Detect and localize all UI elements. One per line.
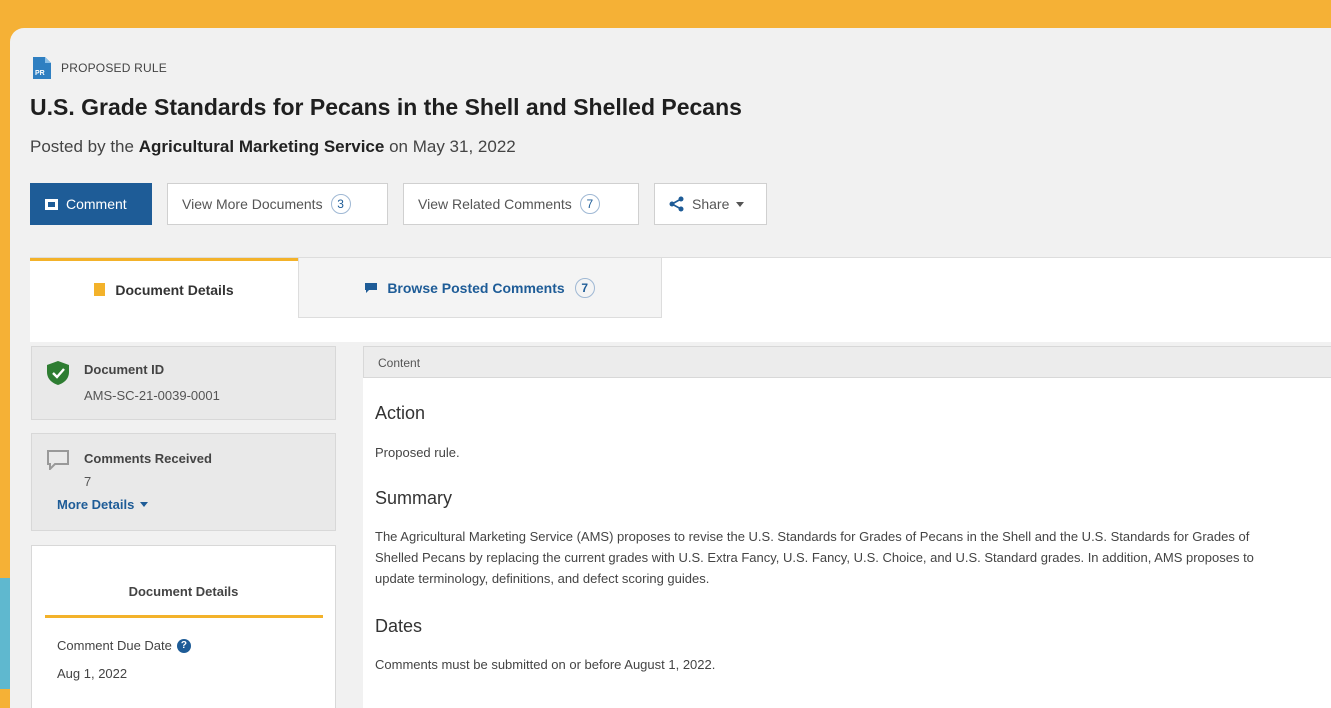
summary-text: The Agricultural Marketing Service (AMS)… <box>375 529 1254 586</box>
comment-button-label: Comment <box>66 196 127 212</box>
share-icon <box>669 196 684 212</box>
shield-check-icon <box>47 361 69 385</box>
comments-received-value: 7 <box>84 474 92 489</box>
comment-button[interactable]: Comment <box>30 183 152 225</box>
posted-by: Posted by the Agricultural Marketing Ser… <box>30 137 516 157</box>
comment-icon <box>45 198 58 210</box>
document-pr-icon: PR <box>33 57 51 79</box>
more-details-label: More Details <box>57 497 135 512</box>
dates-text: Comments must be submitted on or before … <box>375 657 716 672</box>
dates-heading: Dates <box>375 616 423 636</box>
agency-name[interactable]: Agricultural Marketing Service <box>139 137 385 156</box>
comments-icon <box>365 282 378 293</box>
help-icon[interactable]: ? <box>176 638 191 653</box>
related-comments-count-badge: 7 <box>579 194 600 214</box>
document-type: PR PROPOSED RULE <box>33 57 167 79</box>
content-body: Action Proposed rule. Summary The Agricu… <box>363 378 1331 708</box>
share-button[interactable]: Share <box>654 183 767 225</box>
document-page: PR PROPOSED RULE U.S. Grade Standards fo… <box>10 28 1331 708</box>
speech-bubble-icon <box>47 450 69 470</box>
document-id-value: AMS-SC-21-0039-0001 <box>84 388 220 403</box>
share-label: Share <box>692 196 730 212</box>
tab-details-label: Document Details <box>115 281 234 298</box>
svg-text:PR: PR <box>35 70 45 77</box>
comment-due-date: Aug 1, 2022 <box>57 666 128 681</box>
document-type-label: PROPOSED RULE <box>61 61 167 75</box>
tab-comments-label: Browse Posted Comments <box>387 279 565 296</box>
caret-down-icon <box>140 502 149 507</box>
posted-date: on May 31, 2022 <box>389 137 516 156</box>
view-more-count-badge: 3 <box>330 194 351 214</box>
caret-down-icon <box>736 201 745 207</box>
tab-document-details[interactable]: Document Details <box>30 258 298 332</box>
tab-comments-count-badge: 7 <box>574 277 595 298</box>
view-more-documents-button[interactable]: View More Documents 3 <box>167 183 388 225</box>
due-date-label-text: Comment Due Date <box>57 638 172 653</box>
comments-received-panel: Comments Received 7 More Details <box>31 433 336 531</box>
related-comments-label: View Related Comments <box>418 196 572 212</box>
comments-received-label: Comments Received <box>84 451 212 466</box>
view-related-comments-button[interactable]: View Related Comments 7 <box>403 183 639 225</box>
content-header: Content <box>363 346 1331 378</box>
view-more-label: View More Documents <box>182 196 323 212</box>
more-details-link[interactable]: More Details <box>57 497 149 512</box>
document-tabs: Document Details Browse Posted Comments … <box>30 257 1331 332</box>
posted-prefix: Posted by the <box>30 137 134 156</box>
document-details-panel: Document Details Comment Due Date ? Aug … <box>31 545 336 708</box>
tab-content-spacer <box>30 318 1331 342</box>
bookmark-icon <box>94 283 106 296</box>
document-id-label: Document ID <box>84 362 165 377</box>
tab-browse-posted-comments[interactable]: Browse Posted Comments 7 <box>298 258 662 318</box>
divider <box>45 615 323 618</box>
comment-due-date-label: Comment Due Date ? <box>57 638 191 653</box>
action-heading: Action <box>375 403 426 423</box>
document-id-panel: Document ID AMS-SC-21-0039-0001 <box>31 346 336 420</box>
page-title: U.S. Grade Standards for Pecans in the S… <box>30 94 742 120</box>
action-text: Proposed rule. <box>375 445 460 460</box>
details-heading: Document Details <box>128 584 239 599</box>
summary-heading: Summary <box>375 488 453 508</box>
